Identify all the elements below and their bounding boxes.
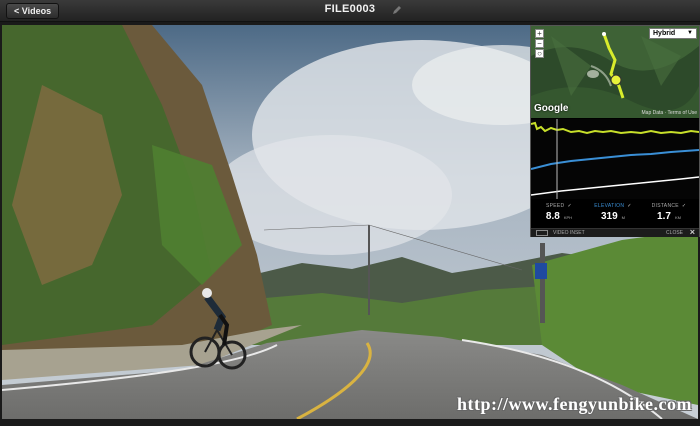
check-icon: ✓ bbox=[681, 203, 687, 209]
elevation-stat[interactable]: ELEVATION ✓ 319 M bbox=[587, 203, 639, 222]
speed-unit: KPH bbox=[563, 215, 573, 220]
video-inset-label: VIDEO INSET bbox=[553, 230, 585, 236]
check-icon: ✓ bbox=[627, 203, 632, 209]
speed-value: 8.8 bbox=[545, 211, 560, 222]
distance-value: 1.7 bbox=[657, 211, 671, 222]
elevation-label: ELEVATION bbox=[594, 203, 625, 209]
video-inset-panel: + − ○ Hybrid ▼ Google Map Data · Terms o… bbox=[530, 25, 700, 237]
map-type-label: Hybrid bbox=[653, 30, 676, 37]
map-type-select[interactable]: Hybrid ▼ bbox=[649, 28, 697, 39]
close-label[interactable]: CLOSE bbox=[666, 230, 683, 236]
close-icon[interactable]: × bbox=[690, 227, 695, 237]
pencil-icon[interactable] bbox=[392, 5, 402, 15]
speed-stat[interactable]: SPEED ✓ 8.8 KPH bbox=[533, 203, 585, 222]
chevron-down-icon: ▼ bbox=[687, 30, 693, 36]
distance-unit: KM bbox=[674, 215, 681, 220]
distance-label: DISTANCE bbox=[651, 203, 679, 209]
watermark-text: http://www.fengyunbike.com bbox=[456, 394, 692, 414]
speed-label: SPEED bbox=[546, 203, 565, 209]
top-bar: < Videos FILE0003 bbox=[0, 0, 700, 22]
inset-footer: VIDEO INSET CLOSE × bbox=[531, 227, 699, 237]
stats-panel: SPEED ✓ 8.8 KPH ELEVATION ✓ 319 M DISTANCE ✓ … bbox=[531, 201, 699, 227]
map-reset-button[interactable]: ○ bbox=[535, 49, 544, 58]
map-terms-link[interactable]: Map Data · Terms of Use bbox=[642, 110, 697, 116]
map-zoom-in-button[interactable]: + bbox=[535, 29, 544, 38]
elevation-unit: M bbox=[621, 215, 626, 220]
telemetry-graph[interactable] bbox=[530, 119, 700, 199]
route-map[interactable]: + − ○ Hybrid ▼ Google Map Data · Terms o… bbox=[531, 26, 699, 118]
elevation-value: 319 bbox=[600, 211, 618, 222]
map-zoom-out-button[interactable]: − bbox=[535, 39, 544, 48]
check-icon: ✓ bbox=[567, 203, 572, 209]
distance-stat[interactable]: DISTANCE ✓ 1.7 KM bbox=[643, 203, 695, 222]
video-title: FILE0003 bbox=[324, 3, 376, 15]
video-inset-icon bbox=[536, 230, 548, 236]
google-logo: Google bbox=[534, 103, 569, 114]
